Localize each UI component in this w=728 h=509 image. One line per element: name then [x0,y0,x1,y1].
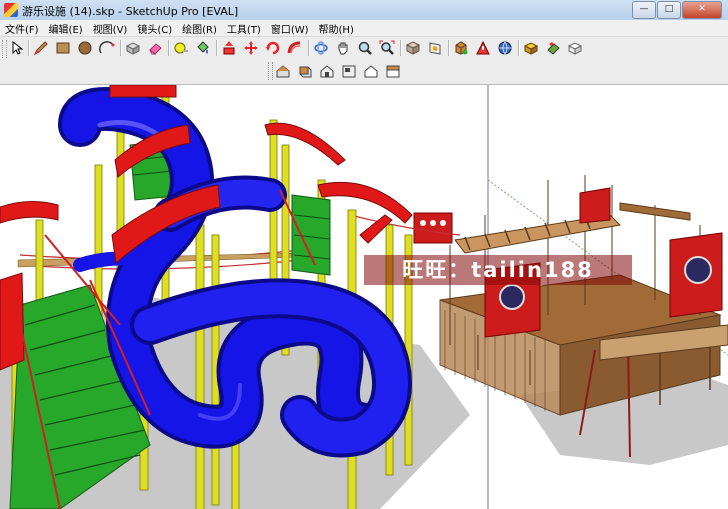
menu-tools[interactable]: 工具(T) [222,21,266,36]
zoom-extents-icon[interactable] [378,39,396,57]
menu-view[interactable]: 视图(V) [88,21,133,36]
arc-icon[interactable] [98,39,116,57]
pencil-icon[interactable] [32,39,50,57]
toolbar-separator [518,40,520,56]
paint-bucket-icon[interactable] [194,39,212,57]
components-icon[interactable] [522,39,540,57]
toolbar-separator [120,40,122,56]
toolbar-grip[interactable] [268,62,273,80]
close-button[interactable]: ✕ [682,1,722,19]
back-view-icon[interactable] [362,62,380,80]
title-bar: 游乐设施 (14).skp - SketchUp Pro [EVAL] — □ … [0,0,728,21]
texture-position-icon[interactable] [404,39,422,57]
move-icon[interactable] [242,39,260,57]
window-controls: — □ ✕ [631,1,722,19]
menu-file[interactable]: 文件(F) [0,21,44,36]
look-around-icon[interactable] [496,39,514,57]
walk-icon[interactable] [452,39,470,57]
menu-help[interactable]: 帮助(H) [314,21,359,36]
menu-window[interactable]: 窗口(W) [266,21,314,36]
main-toolbar [0,37,728,60]
left-view-icon[interactable] [384,62,402,80]
position-camera-icon[interactable] [474,39,492,57]
rotate-icon[interactable] [264,39,282,57]
materials-icon[interactable] [544,39,562,57]
section-plane-icon[interactable] [426,39,444,57]
right-view-icon[interactable] [340,62,358,80]
playground-model-render [0,85,728,509]
toolbar-separator [216,40,218,56]
menu-camera[interactable]: 镜头(C) [132,21,177,36]
views-toolbar [0,59,728,85]
top-view-icon[interactable] [296,62,314,80]
pan-icon[interactable] [334,39,352,57]
menu-bar: 文件(F) 编辑(E) 视图(V) 镜头(C) 绘图(R) 工具(T) 窗口(W… [0,20,728,37]
make-component-icon[interactable] [124,39,142,57]
front-view-icon[interactable] [318,62,336,80]
toolbar-separator [168,40,170,56]
select-icon[interactable] [8,39,26,57]
toolbar-separator [308,40,310,56]
toolbar-separator [28,40,30,56]
sketchup-app-icon [4,3,18,17]
push-pull-icon[interactable] [220,39,238,57]
styles-icon[interactable] [566,39,584,57]
tape-measure-icon[interactable] [172,39,190,57]
toolbar-separator [448,40,450,56]
maximize-button[interactable]: □ [657,1,681,19]
toolbar-separator [400,40,402,56]
rectangle-icon[interactable] [54,39,72,57]
watermark-text: 旺旺：tailin188 [364,255,632,285]
toolbar-grip[interactable] [2,40,7,58]
circle-icon[interactable] [76,39,94,57]
follow-me-icon[interactable] [286,39,304,57]
orbit-icon[interactable] [312,39,330,57]
iso-view-icon[interactable] [274,62,292,80]
zoom-icon[interactable] [356,39,374,57]
window-title: 游乐设施 (14).skp - SketchUp Pro [EVAL] [22,5,239,18]
eraser-icon[interactable] [146,39,164,57]
menu-edit[interactable]: 编辑(E) [44,21,88,36]
menu-draw[interactable]: 绘图(R) [177,21,222,36]
model-viewport[interactable]: 旺旺：tailin188 [0,85,728,509]
minimize-button[interactable]: — [632,1,656,19]
